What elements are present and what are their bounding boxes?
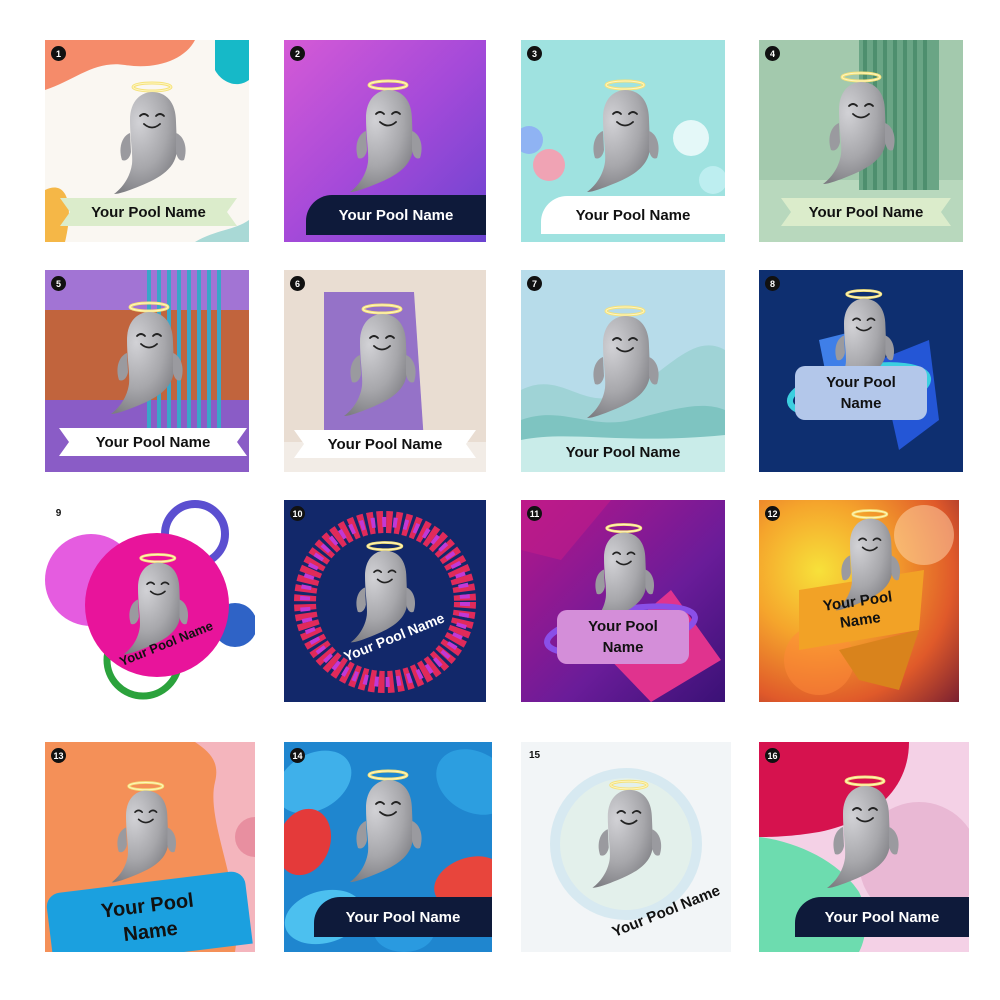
- label-line-1: Your Pool: [588, 618, 658, 635]
- tile-number: 14: [290, 748, 305, 763]
- tile-number: 3: [527, 46, 542, 61]
- tile-number: 11: [527, 506, 542, 521]
- ghost-with-halo-icon: [579, 776, 675, 892]
- tile-4: 4 Your Pool Name: [759, 40, 963, 242]
- tile-number: 15: [528, 750, 541, 761]
- label-line-2: Name: [602, 639, 644, 656]
- tile-number: 16: [765, 748, 780, 763]
- ghost-with-halo-icon: [336, 76, 436, 196]
- pool-name-label: Your Pool Name: [795, 366, 927, 420]
- tile-number: 13: [51, 748, 66, 763]
- pool-name-label: Your Pool Name: [306, 195, 486, 235]
- tile-number: 8: [765, 276, 780, 291]
- label-line-2: Name: [840, 395, 882, 412]
- ghost-with-halo-icon: [573, 76, 673, 196]
- tile-13: 13 Your Pool Name: [45, 742, 255, 952]
- pool-name-label: Your Pool Name: [327, 435, 443, 453]
- ghost-with-halo-icon: [813, 772, 913, 892]
- tile-6: 6 Your Pool Name: [284, 270, 486, 472]
- tile-16: 16 Your Pool Name: [759, 742, 969, 952]
- pool-name-label: Your Pool Name: [795, 897, 969, 937]
- tile-number: 9: [55, 508, 62, 519]
- tile-5: 5 Your Pool Name: [45, 270, 249, 472]
- tile-number: 6: [290, 276, 305, 291]
- tile-10: 10 Your Pool Name: [284, 500, 486, 702]
- tile-number: 10: [290, 506, 305, 521]
- label-line-2: Name: [838, 609, 882, 632]
- ghost-with-halo-icon: [573, 302, 673, 422]
- tile-9: 9 Your Pool Name: [45, 500, 255, 705]
- tile-12: 12 Your Pool Name: [759, 500, 959, 702]
- tile-8: 8 Your Pool Name: [759, 270, 963, 472]
- tile-number: 2: [290, 46, 305, 61]
- pool-name-label: Your Pool Name: [541, 196, 725, 234]
- tile-15: 15 Your Pool Name: [521, 742, 731, 952]
- tile-1: 1 Your Pool Name: [45, 40, 249, 242]
- tile-14: 14 Your Pool Name: [284, 742, 492, 952]
- tile-3: 3 Your Pool Name: [521, 40, 725, 242]
- pool-name-label: Your Pool Name: [314, 897, 492, 937]
- label-line-2: Name: [122, 917, 179, 947]
- pool-name-label: Your Pool Name: [808, 203, 924, 221]
- tile-11: 11 Your Pool Name: [521, 500, 725, 702]
- tile-7: 7 Your Pool Name: [521, 270, 725, 472]
- tile-number: 5: [51, 276, 66, 291]
- ghost-with-halo-icon: [336, 766, 436, 886]
- label-line-1: Your Pool: [826, 374, 896, 391]
- pool-name-label: Your Pool Name: [95, 433, 211, 451]
- pool-name-label: Your Pool Name: [91, 203, 206, 221]
- tile-number: 12: [765, 506, 780, 521]
- ghost-with-halo-icon: [99, 778, 189, 886]
- pool-name-label: Your Pool Name: [557, 610, 689, 664]
- tile-2: 2 Your Pool Name: [284, 40, 486, 242]
- tile-number: 7: [527, 276, 542, 291]
- tile-number: 4: [765, 46, 780, 61]
- pool-name-label: Your Pool Name: [565, 443, 681, 461]
- tile-number: 1: [51, 46, 66, 61]
